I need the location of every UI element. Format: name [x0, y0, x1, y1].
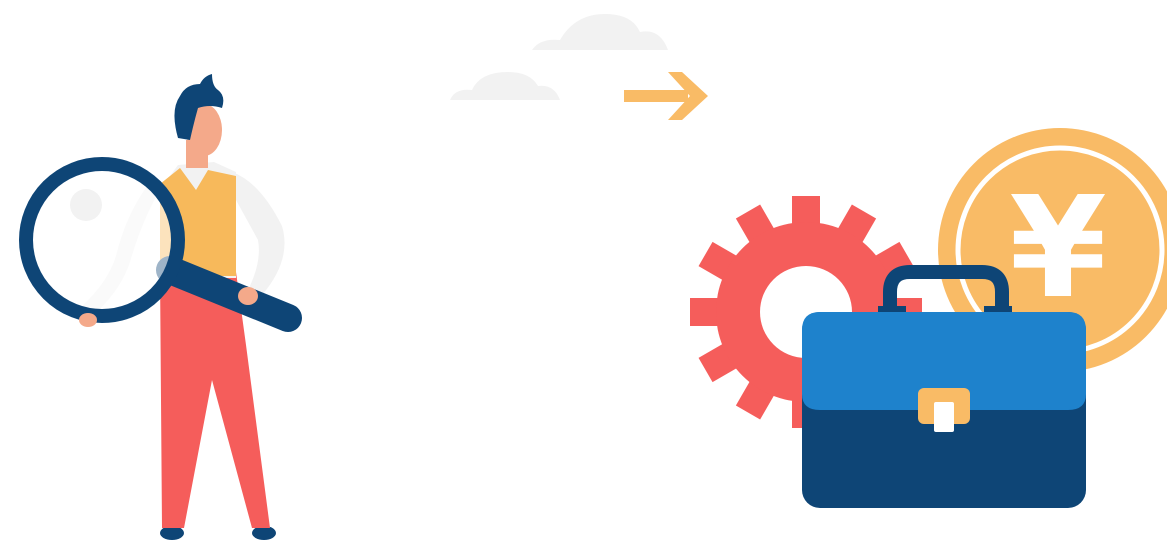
scene-svg: ¥ — [19, 14, 1167, 540]
left-hand — [79, 313, 97, 327]
person — [19, 74, 302, 540]
right-hand — [238, 287, 258, 305]
illustration-canvas: ¥ — [0, 0, 1167, 540]
shirt-sleeve — [232, 172, 285, 295]
right-shoe — [252, 526, 276, 540]
cloud-small — [450, 72, 560, 100]
cloud-large — [532, 14, 668, 50]
yen-symbol: ¥ — [1009, 167, 1106, 330]
left-shoe — [160, 526, 184, 540]
arrow-right-icon — [624, 72, 708, 120]
